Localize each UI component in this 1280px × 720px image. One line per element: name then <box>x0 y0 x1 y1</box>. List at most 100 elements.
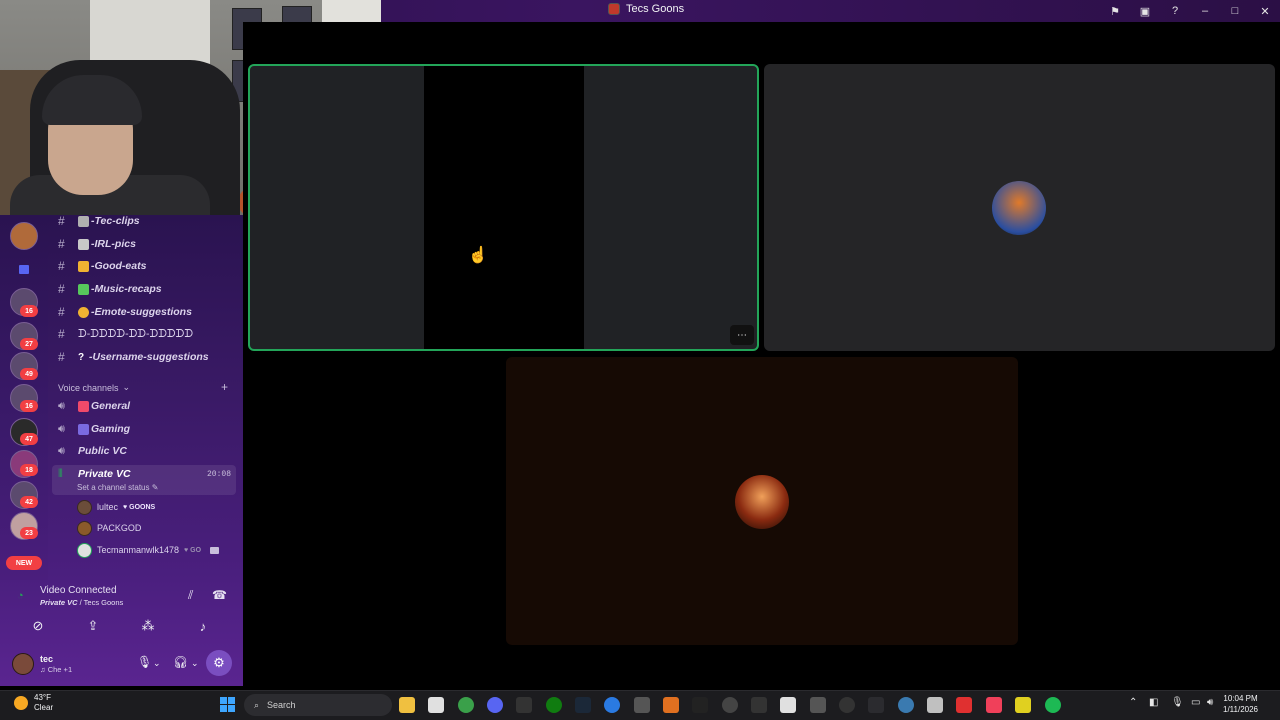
help-icon[interactable]: ? <box>1160 0 1190 22</box>
voice-channels-label: Voice channels <box>58 382 119 393</box>
discord-icon[interactable] <box>487 697 503 713</box>
voice-channel[interactable]: 🔊︎ Gaming <box>58 420 130 438</box>
channel-emoji-icon <box>78 283 89 295</box>
server-badge: 27 <box>20 338 38 350</box>
start-button[interactable] <box>220 697 235 712</box>
user-status-text: Che +1 <box>47 665 73 674</box>
spotify-icon[interactable] <box>1045 697 1061 713</box>
app-icon[interactable] <box>956 697 972 713</box>
voice-status-location[interactable]: Private VC / Tecs Goons <box>40 598 123 607</box>
flag-icon[interactable]: ⚑ <box>1100 0 1130 22</box>
app-icon[interactable] <box>516 697 532 713</box>
avatar <box>77 520 92 536</box>
server-icon[interactable] <box>10 222 38 250</box>
maximize-icon[interactable]: □ <box>1220 0 1250 22</box>
app-icon[interactable] <box>898 697 914 713</box>
disconnect-icon[interactable]: ☎ <box>212 588 227 602</box>
microphone-icon[interactable]: 🎙︎ <box>137 655 152 669</box>
app-icon[interactable] <box>868 697 884 713</box>
more-icon[interactable]: ⋯ <box>730 325 754 345</box>
hash-icon: # <box>58 214 65 228</box>
video-feed <box>424 66 584 349</box>
voice-channel[interactable]: 🔊︎ Public VC <box>58 442 127 460</box>
tray-app-icon[interactable]: ◧ <box>1149 697 1158 708</box>
minecraft-icon[interactable] <box>634 697 650 713</box>
screen-icon[interactable]: ▣ <box>1130 0 1160 22</box>
avatar[interactable] <box>12 653 34 675</box>
server-badge: 16 <box>20 305 38 317</box>
search-icon: ⌕ <box>254 699 260 710</box>
chevron-up-icon[interactable]: ⌃ <box>1129 697 1137 708</box>
new-badge[interactable]: NEW <box>6 556 42 570</box>
xbox-icon[interactable] <box>546 697 562 713</box>
app-icon[interactable] <box>722 697 738 713</box>
minimize-icon[interactable]: – <box>1190 0 1220 22</box>
store-icon[interactable] <box>428 697 444 713</box>
app-icon[interactable] <box>927 697 943 713</box>
user-status: ♫ Che +1 <box>40 665 73 674</box>
microphone-icon[interactable]: 🎙︎ <box>1171 697 1184 708</box>
signal-icon[interactable]: ◔ <box>17 590 29 602</box>
text-channel[interactable]: # -Tec-clips <box>58 212 140 230</box>
voice-channel-private[interactable]: ⦀ Private VC <box>58 465 131 483</box>
taskbar-search[interactable]: ⌕ Search <box>244 694 392 716</box>
voice-member[interactable]: PACKGOD <box>77 519 141 537</box>
video-tile-active[interactable] <box>248 64 759 351</box>
taskbar-clock[interactable]: 10:04 PM 1/11/2026 <box>1223 693 1258 715</box>
speaker-icon: 🔊︎ <box>58 399 65 412</box>
voice-status-title: Video Connected <box>40 585 117 596</box>
clock-date: 1/11/2026 <box>1223 705 1258 714</box>
speaker-icon: 🔊︎ <box>58 444 65 457</box>
volume-icon[interactable]: 🔊︎ <box>1207 697 1213 708</box>
file-explorer-icon[interactable] <box>399 697 415 713</box>
title-bar-controls: ⚑ ▣ ? – □ ✕ <box>1100 0 1280 22</box>
text-channel[interactable]: # ᗪ-ᗪᗪᗪᗪ-ᗪᗪ-ᗪᗪᗪᗪᗪ <box>58 325 193 343</box>
channel-name: -IRL-pics <box>91 238 136 250</box>
soundboard-button[interactable]: ♪ <box>178 615 228 637</box>
app-icon[interactable] <box>692 697 708 713</box>
voice-channel-link: Private VC <box>40 598 78 607</box>
chrome-icon[interactable] <box>458 697 474 713</box>
text-channel[interactable]: # -Good-eats <box>58 257 146 275</box>
steam-icon[interactable] <box>575 697 591 713</box>
headphones-icon[interactable]: 🎧︎ <box>173 655 188 669</box>
hash-icon: # <box>58 237 65 251</box>
app-icon[interactable] <box>810 697 826 713</box>
app-icon[interactable] <box>663 697 679 713</box>
gear-icon[interactable]: ⚙ <box>206 650 232 676</box>
chevron-down-icon[interactable]: ⌄ <box>191 658 199 669</box>
voice-channel[interactable]: 🔊︎ General <box>58 397 130 415</box>
voice-member[interactable]: Tecmanmanwlk1478 ♥ GO <box>77 541 220 559</box>
server-badge: 16 <box>20 400 38 412</box>
weather-widget[interactable]: 43°F Clear <box>14 693 53 713</box>
app-icon[interactable] <box>780 697 796 713</box>
voice-member[interactable]: lultec ♥ GOONS <box>77 498 155 516</box>
network-icon[interactable]: ▭ <box>1191 697 1200 708</box>
voice-channels-header[interactable]: Voice channels ⌄ <box>58 382 130 393</box>
speaker-icon: 🔊︎ <box>58 422 65 435</box>
app-icon[interactable] <box>1015 697 1031 713</box>
cursor-icon: ☝ <box>468 247 488 264</box>
chevron-down-icon[interactable]: ⌄ <box>153 658 161 669</box>
avatar <box>77 499 92 515</box>
text-channel[interactable]: # ? -Username-suggestions <box>58 348 209 366</box>
music-icon[interactable] <box>986 697 1002 713</box>
member-name: Tecmanmanwlk1478 <box>97 545 180 555</box>
app-icon[interactable] <box>751 697 767 713</box>
text-channel[interactable]: # -Emote-suggestions <box>58 303 192 321</box>
screen-share-button[interactable]: ⇪ <box>68 615 118 637</box>
set-channel-status[interactable]: Set a channel status ✎ <box>77 483 158 492</box>
app-icon[interactable] <box>839 697 855 713</box>
text-channel[interactable]: # -IRL-pics <box>58 235 136 253</box>
camera-off-icon: ⊘ <box>32 618 44 633</box>
folder-icon[interactable] <box>19 265 29 274</box>
camera-off-button[interactable]: ⊘ <box>13 615 63 637</box>
channel-emoji-icon <box>78 400 89 412</box>
activities-button[interactable]: ⁂ <box>123 615 173 637</box>
add-channel-button[interactable]: + <box>221 380 228 394</box>
browser-icon[interactable] <box>604 697 620 713</box>
close-icon[interactable]: ✕ <box>1250 0 1280 22</box>
noise-suppression-icon[interactable]: ⫽ <box>188 588 193 603</box>
weather-temp: 43°F <box>34 693 51 702</box>
text-channel[interactable]: # -Music-recaps <box>58 280 162 298</box>
